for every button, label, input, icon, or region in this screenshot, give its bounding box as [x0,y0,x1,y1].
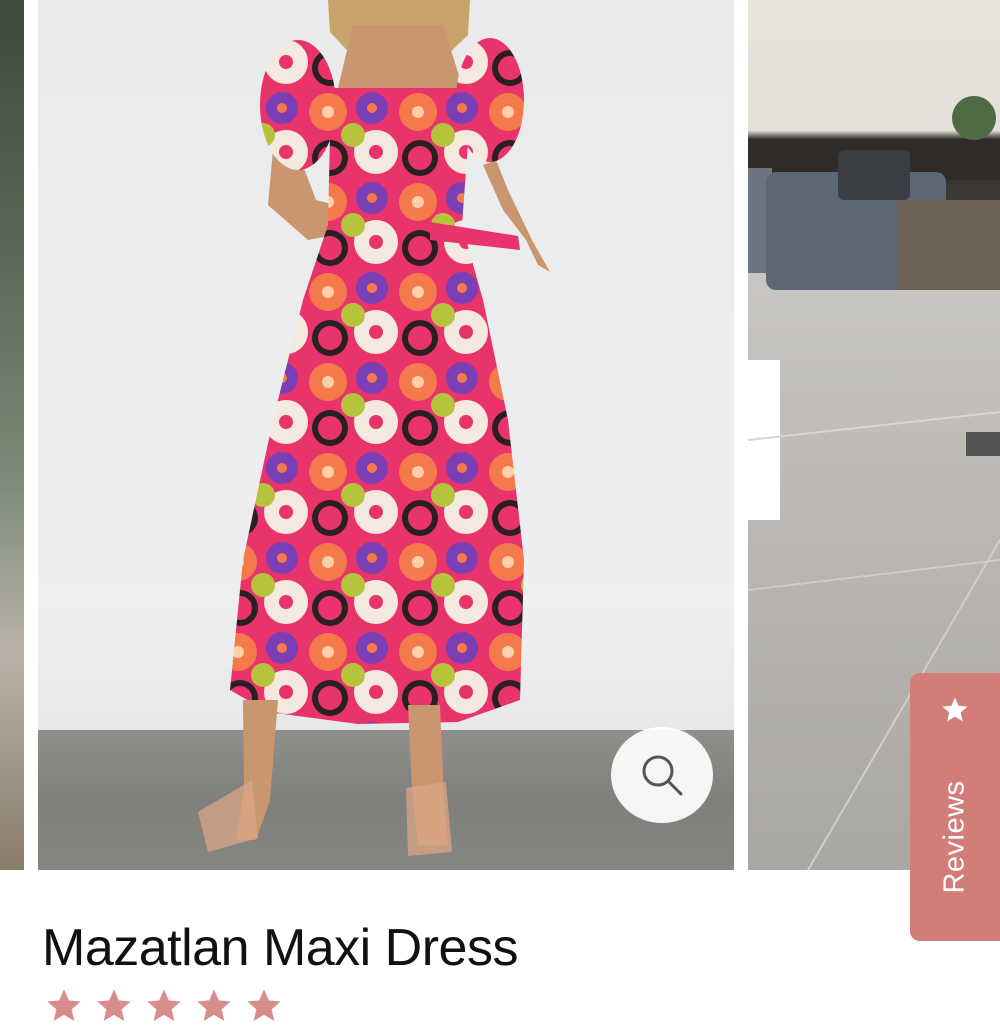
zoom-button[interactable] [611,727,713,823]
previous-slide-image[interactable] [0,0,24,870]
reviews-tab-button[interactable]: Reviews [910,673,1000,941]
product-image-main[interactable] [38,0,734,870]
rating-star-icon [97,989,131,1021]
product-image-carousel[interactable] [0,0,1000,870]
star-icon [942,697,968,722]
reviews-tab-label: Reviews [938,780,971,894]
star-rating[interactable] [44,986,284,1026]
rating-star-icon [197,989,231,1021]
search-icon [642,755,683,796]
rating-star-icon [147,989,181,1021]
product-title: Mazatlan Maxi Dress [42,919,518,977]
rating-star-icon [247,989,281,1021]
rating-star-icon [47,989,81,1021]
